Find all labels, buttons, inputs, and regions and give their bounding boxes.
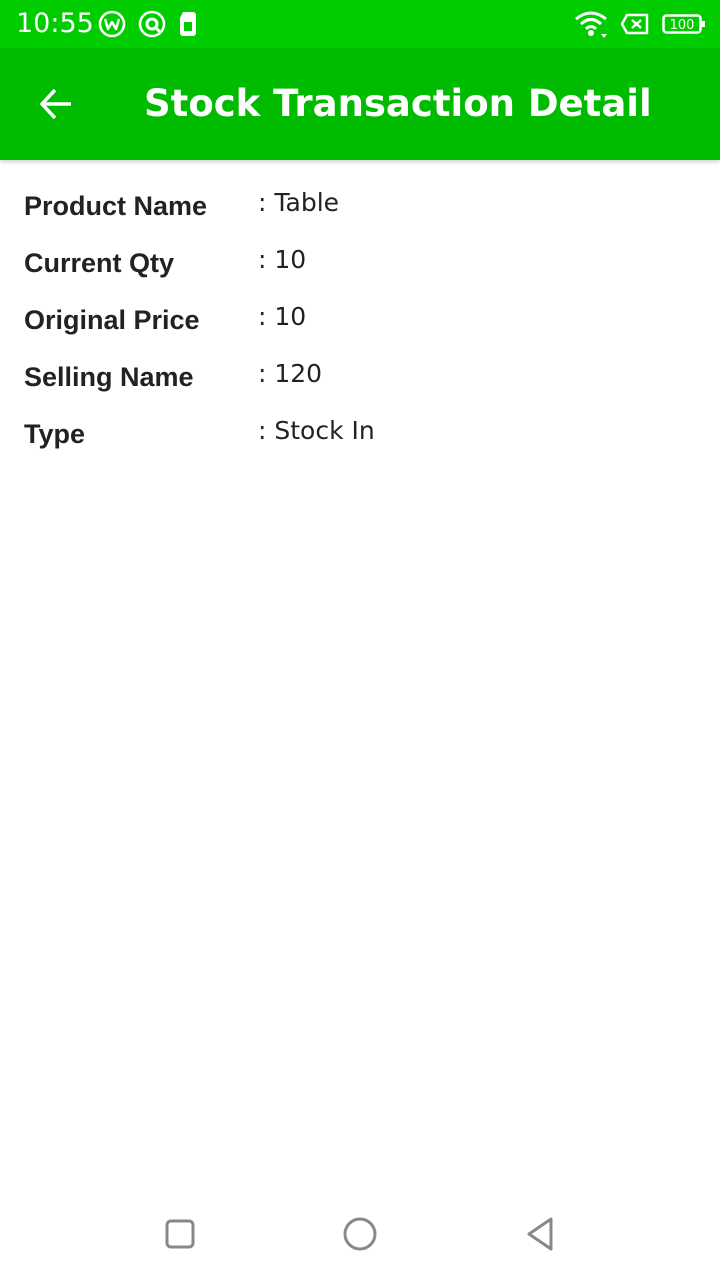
battery-level: 100	[670, 18, 695, 33]
battery-icon: 100	[662, 14, 705, 34]
detail-row-selling-name: Selling Name : 120	[0, 331, 720, 392]
detail-value: : Stock In	[258, 416, 375, 445]
detail-row-original-price: Original Price : 10	[0, 274, 720, 335]
nav-back-button[interactable]	[518, 1212, 562, 1256]
detail-row-current-qty: Current Qty : 10	[0, 217, 720, 278]
status-time: 10:55	[16, 8, 94, 39]
system-nav-bar	[0, 1184, 720, 1280]
no-sim-icon	[620, 13, 649, 35]
notification-w-icon	[98, 10, 126, 38]
page-title: Stock Transaction Detail	[144, 82, 652, 125]
recent-apps-button[interactable]	[158, 1212, 202, 1256]
arrow-back-icon	[39, 88, 71, 120]
detail-value: : 120	[258, 359, 323, 388]
app-bar: Stock Transaction Detail	[0, 48, 720, 160]
back-button[interactable]	[24, 72, 88, 136]
home-icon	[343, 1217, 377, 1251]
detail-label: Type	[24, 419, 86, 449]
back-icon	[527, 1217, 553, 1251]
home-button[interactable]	[338, 1212, 382, 1256]
detail-row-product-name: Product Name : Table	[0, 160, 720, 221]
wifi-icon	[575, 11, 607, 38]
recent-apps-icon	[165, 1219, 195, 1249]
notification-q-icon	[138, 10, 166, 38]
detail-row-type: Type : Stock In	[0, 388, 720, 449]
status-bar: 10:55 100	[0, 0, 720, 48]
detail-value: : 10	[258, 245, 307, 274]
sim-card-icon	[180, 12, 196, 36]
detail-value: : Table	[258, 188, 340, 217]
status-notifications	[98, 10, 198, 38]
status-system-icons: 100	[574, 10, 706, 38]
detail-value: : 10	[258, 302, 307, 331]
